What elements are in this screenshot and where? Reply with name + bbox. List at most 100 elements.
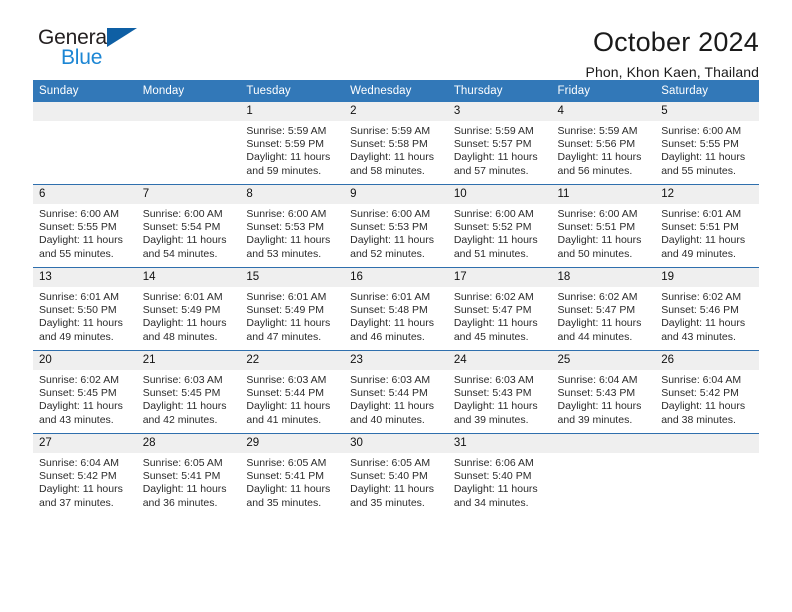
calendar-day-cell-empty	[551, 433, 656, 516]
sunset-text: Sunset: 5:55 PM	[661, 138, 739, 151]
day-number: 14	[136, 268, 241, 287]
logo-text-blue: Blue	[61, 46, 103, 69]
calendar-day-cell[interactable]: 30 Sunrise: 6:05 AM Sunset: 5:40 PM Dayligh…	[344, 433, 448, 516]
weekday-header-wednesday: Wednesday	[344, 80, 448, 102]
day-details: Sunrise: 6:01 AM Sunset: 5:48 PM Daylight:…	[344, 287, 448, 350]
sunset-text: Sunset: 5:45 PM	[39, 387, 117, 400]
sunrise-text: Sunrise: 6:04 AM	[557, 374, 638, 386]
day-details: Sunrise: 6:02 AM Sunset: 5:45 PM Daylight:…	[33, 370, 137, 433]
day-details	[137, 121, 241, 184]
sunset-text: Sunset: 5:54 PM	[142, 221, 221, 234]
calendar-week-row: 6 Sunrise: 6:00 AM Sunset: 5:55 PM Daylight…	[33, 184, 759, 268]
calendar-day-cell[interactable]: 10 Sunrise: 6:00 AM Sunset: 5:52 PM Dayligh…	[447, 184, 552, 268]
calendar-day-cell[interactable]: 4 Sunrise: 5:59 AM Sunset: 5:56 PM Daylight…	[551, 102, 656, 185]
calendar-day-cell[interactable]: 21 Sunrise: 6:03 AM Sunset: 5:45 PM Dayligh…	[136, 350, 241, 434]
calendar-day-cell[interactable]: 1 Sunrise: 5:59 AM Sunset: 5:59 PM Daylight…	[240, 102, 345, 185]
day-number: 10	[447, 185, 552, 204]
daylight-text: Daylight: 11 hours and 54 minutes.	[142, 234, 227, 260]
day-details: Sunrise: 6:03 AM Sunset: 5:44 PM Daylight:…	[240, 370, 344, 433]
calendar-day-cell[interactable]: 12 Sunrise: 6:01 AM Sunset: 5:51 PM Dayligh…	[655, 184, 759, 268]
generalblue-logo[interactable]: General Blue	[38, 26, 150, 74]
calendar-day-cell[interactable]: 24 Sunrise: 6:03 AM Sunset: 5:43 PM Dayligh…	[447, 350, 552, 434]
calendar-day-cell[interactable]: 25 Sunrise: 6:04 AM Sunset: 5:43 PM Dayligh…	[551, 350, 656, 434]
sunrise-text: Sunrise: 6:01 AM	[350, 291, 431, 303]
calendar-day-cell[interactable]: 6 Sunrise: 6:00 AM Sunset: 5:55 PM Daylight…	[33, 184, 137, 268]
day-details: Sunrise: 6:05 AM Sunset: 5:41 PM Daylight:…	[137, 453, 241, 516]
day-number: 30	[344, 434, 448, 453]
calendar-day-cell[interactable]: 7 Sunrise: 6:00 AM Sunset: 5:54 PM Daylight…	[136, 184, 241, 268]
sunrise-text: Sunrise: 6:03 AM	[142, 374, 223, 386]
daylight-text: Daylight: 11 hours and 35 minutes.	[350, 483, 434, 509]
calendar-day-cell[interactable]: 20 Sunrise: 6:02 AM Sunset: 5:45 PM Dayligh…	[33, 350, 137, 434]
calendar-day-cell[interactable]: 8 Sunrise: 6:00 AM Sunset: 5:53 PM Daylight…	[240, 184, 345, 268]
calendar-day-cell[interactable]: 15 Sunrise: 6:01 AM Sunset: 5:49 PM Dayligh…	[240, 267, 345, 351]
sunset-text: Sunset: 5:43 PM	[453, 387, 532, 400]
calendar-day-cell[interactable]: 14 Sunrise: 6:01 AM Sunset: 5:49 PM Dayligh…	[136, 267, 241, 351]
day-number: 16	[344, 268, 448, 287]
day-details: Sunrise: 6:02 AM Sunset: 5:47 PM Daylight:…	[448, 287, 552, 350]
calendar-day-cell[interactable]: 22 Sunrise: 6:03 AM Sunset: 5:44 PM Dayligh…	[240, 350, 345, 434]
calendar-day-cell[interactable]: 18 Sunrise: 6:02 AM Sunset: 5:47 PM Dayligh…	[551, 267, 656, 351]
weekday-header-saturday: Saturday	[655, 80, 759, 102]
sunset-text: Sunset: 5:42 PM	[661, 387, 739, 400]
calendar-week-row: 20 Sunrise: 6:02 AM Sunset: 5:45 PM Dayligh…	[33, 350, 759, 434]
calendar-day-cell[interactable]: 2 Sunrise: 5:59 AM Sunset: 5:58 PM Daylight…	[344, 102, 448, 185]
calendar-body: 1 Sunrise: 5:59 AM Sunset: 5:59 PM Daylight…	[33, 102, 759, 516]
daylight-text: Daylight: 11 hours and 51 minutes.	[453, 234, 538, 260]
sunset-text: Sunset: 5:53 PM	[350, 221, 428, 234]
calendar-day-cell[interactable]: 23 Sunrise: 6:03 AM Sunset: 5:44 PM Dayligh…	[344, 350, 448, 434]
calendar-day-cell[interactable]: 5 Sunrise: 6:00 AM Sunset: 5:55 PM Daylight…	[655, 102, 759, 185]
calendar-day-cell[interactable]: 28 Sunrise: 6:05 AM Sunset: 5:41 PM Dayligh…	[136, 433, 241, 516]
weekday-header-monday: Monday	[136, 80, 241, 102]
daylight-text: Daylight: 11 hours and 36 minutes.	[142, 483, 227, 509]
daylight-text: Daylight: 11 hours and 43 minutes.	[661, 317, 746, 343]
calendar-day-cell[interactable]: 17 Sunrise: 6:02 AM Sunset: 5:47 PM Dayligh…	[447, 267, 552, 351]
sunrise-text: Sunrise: 6:04 AM	[39, 457, 119, 469]
calendar-day-cell[interactable]: 19 Sunrise: 6:02 AM Sunset: 5:46 PM Dayligh…	[655, 267, 759, 351]
day-number: 24	[447, 351, 552, 370]
sunset-text: Sunset: 5:51 PM	[557, 221, 636, 234]
sunrise-text: Sunrise: 6:00 AM	[246, 208, 327, 220]
page-title: October 2024	[592, 27, 759, 57]
day-details: Sunrise: 6:00 AM Sunset: 5:51 PM Daylight:…	[552, 204, 656, 267]
sunrise-text: Sunrise: 6:06 AM	[453, 457, 534, 469]
calendar-day-cell[interactable]: 11 Sunrise: 6:00 AM Sunset: 5:51 PM Dayligh…	[551, 184, 656, 268]
day-number: 1	[240, 102, 345, 121]
sunrise-text: Sunrise: 5:59 AM	[557, 125, 638, 137]
calendar-day-cell[interactable]: 3 Sunrise: 5:59 AM Sunset: 5:57 PM Daylight…	[447, 102, 552, 185]
day-number: 11	[551, 185, 656, 204]
weekday-header-row: Sunday Monday Tuesday Wednesday Thursday…	[33, 80, 759, 102]
sunrise-text: Sunrise: 5:59 AM	[246, 125, 327, 137]
weekday-header-friday: Friday	[551, 80, 656, 102]
calendar-head: Sunday Monday Tuesday Wednesday Thursday…	[33, 80, 759, 102]
day-details: Sunrise: 5:59 AM Sunset: 5:59 PM Daylight:…	[240, 121, 344, 184]
calendar-day-cell[interactable]: 31 Sunrise: 6:06 AM Sunset: 5:40 PM Dayligh…	[447, 433, 552, 516]
sunset-text: Sunset: 5:56 PM	[557, 138, 636, 151]
calendar-day-cell[interactable]: 9 Sunrise: 6:00 AM Sunset: 5:53 PM Daylight…	[344, 184, 448, 268]
sunset-text: Sunset: 5:47 PM	[557, 304, 636, 317]
day-number: 8	[240, 185, 345, 204]
day-details: Sunrise: 5:59 AM Sunset: 5:57 PM Daylight:…	[448, 121, 552, 184]
day-details: Sunrise: 6:02 AM Sunset: 5:47 PM Daylight:…	[552, 287, 656, 350]
location-subtitle: Phon, Khon Kaen, Thailand	[585, 64, 759, 80]
daylight-text: Daylight: 11 hours and 58 minutes.	[350, 151, 434, 177]
day-details: Sunrise: 6:02 AM Sunset: 5:46 PM Daylight:…	[655, 287, 759, 350]
day-number	[33, 102, 137, 121]
calendar-day-cell[interactable]: 29 Sunrise: 6:05 AM Sunset: 5:41 PM Dayligh…	[240, 433, 345, 516]
day-number: 18	[551, 268, 656, 287]
daylight-text: Daylight: 11 hours and 42 minutes.	[142, 400, 227, 426]
calendar-day-cell[interactable]: 26 Sunrise: 6:04 AM Sunset: 5:42 PM Dayligh…	[655, 350, 759, 434]
calendar-week-row: 13 Sunrise: 6:01 AM Sunset: 5:50 PM Dayligh…	[33, 267, 759, 351]
daylight-text: Daylight: 11 hours and 46 minutes.	[350, 317, 434, 343]
calendar-day-cell[interactable]: 13 Sunrise: 6:01 AM Sunset: 5:50 PM Dayligh…	[33, 267, 137, 351]
sunset-text: Sunset: 5:43 PM	[557, 387, 636, 400]
day-details: Sunrise: 6:00 AM Sunset: 5:53 PM Daylight:…	[344, 204, 448, 267]
day-details: Sunrise: 5:59 AM Sunset: 5:56 PM Daylight:…	[552, 121, 656, 184]
sunrise-text: Sunrise: 6:00 AM	[557, 208, 638, 220]
calendar-day-cell[interactable]: 16 Sunrise: 6:01 AM Sunset: 5:48 PM Dayligh…	[344, 267, 448, 351]
daylight-text: Daylight: 11 hours and 57 minutes.	[453, 151, 538, 177]
sunset-text: Sunset: 5:47 PM	[453, 304, 532, 317]
daylight-text: Daylight: 11 hours and 50 minutes.	[557, 234, 642, 260]
calendar-day-cell[interactable]: 27 Sunrise: 6:04 AM Sunset: 5:42 PM Dayligh…	[33, 433, 137, 516]
sunset-text: Sunset: 5:42 PM	[39, 470, 117, 483]
